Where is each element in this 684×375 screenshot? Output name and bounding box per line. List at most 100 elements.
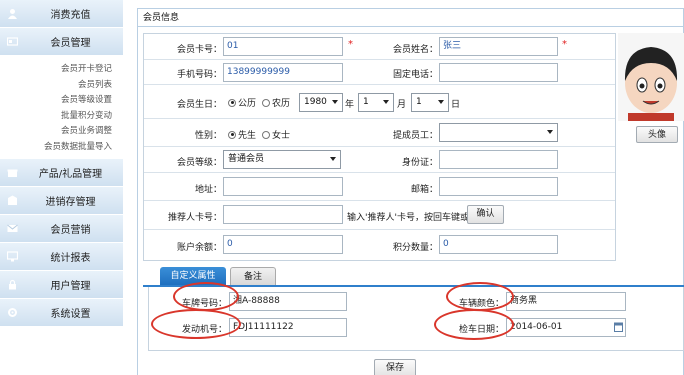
address-input[interactable]: [223, 177, 343, 196]
tab-custom-attributes[interactable]: 自定义属性: [160, 267, 226, 285]
nav-marketing[interactable]: 会员营销: [0, 215, 123, 243]
nav-inventory[interactable]: 进销存管理: [0, 187, 123, 215]
id-input[interactable]: [439, 150, 558, 169]
form-row: 性别： 先生 女士 提成员工：: [144, 119, 615, 147]
chevron-down-icon: [383, 100, 389, 104]
submenu-item-points[interactable]: 批量积分变动: [0, 109, 123, 125]
radio-dot: [228, 98, 236, 107]
gender-label: 性别：: [194, 131, 222, 141]
lunar-label: 农历: [272, 99, 291, 109]
nav-member[interactable]: 会员管理: [0, 28, 123, 56]
nav-settings[interactable]: 系统设置: [0, 299, 123, 327]
engine-input[interactable]: FDJ11111122: [229, 318, 347, 337]
referrer-label: 推荐人卡号：: [167, 213, 222, 223]
nav-label: 消费充值: [50, 10, 91, 21]
email-input[interactable]: [439, 177, 558, 196]
avatar-box: 头像: [618, 33, 684, 143]
chart-icon: [6, 251, 19, 262]
mail-icon: [7, 223, 18, 234]
color-label: 车辆颜色：: [458, 299, 504, 309]
chevron-down-icon: [547, 130, 553, 134]
confirm-button[interactable]: 确认: [467, 205, 504, 224]
level-label: 会员等级：: [176, 158, 222, 168]
submenu-item-list[interactable]: 会员列表: [0, 78, 123, 94]
id-label: 身份证：: [401, 158, 438, 168]
nav-recharge[interactable]: 消费充值: [0, 0, 123, 28]
submenu-item-import[interactable]: 会员数据批量导入: [0, 140, 123, 156]
tab-remarks[interactable]: 备注: [230, 267, 276, 285]
nav-label: 系统设置: [50, 309, 91, 320]
lunar-radio[interactable]: 农历: [262, 96, 290, 109]
card-icon: [6, 36, 19, 47]
year-unit: 年: [345, 100, 355, 110]
chevron-down-icon: [332, 100, 338, 104]
balance-label: 账户余额：: [176, 243, 222, 253]
save-button[interactable]: 保存: [374, 359, 416, 375]
member-submenu: 会员开卡登记 会员列表 会员等级设置 批量积分变动 会员业务调整 会员数据批量导…: [0, 56, 123, 159]
staff-label: 提成员工：: [392, 131, 438, 141]
tel-input[interactable]: [439, 63, 558, 82]
gear-icon: [7, 307, 18, 318]
color-input[interactable]: 商务黑: [506, 292, 626, 311]
nav-users[interactable]: 用户管理: [0, 271, 123, 299]
avatar: [618, 33, 684, 121]
solar-radio[interactable]: 公历: [228, 96, 256, 109]
level-value: 普通会员: [228, 154, 265, 164]
nav-label: 进销存管理: [45, 197, 96, 208]
inspect-label: 检车日期：: [458, 325, 504, 335]
submenu-item-register[interactable]: 会员开卡登记: [0, 62, 123, 78]
panel-title: 会员信息: [138, 9, 683, 27]
referrer-hint: 输入'推荐人'卡号，按回车键或: [347, 213, 469, 223]
year-value: 1980: [304, 97, 327, 107]
card-no-label: 会员卡号：: [176, 45, 222, 55]
avatar-button[interactable]: 头像: [636, 126, 678, 143]
phone-input[interactable]: 13899999999: [223, 63, 343, 82]
custom-attributes: 车牌号码： 湘A-88888 车辆颜色： 商务黑 发动机号： FDJ111111…: [148, 282, 684, 351]
tab-bar: 自定义属性 备注: [143, 263, 684, 287]
male-radio[interactable]: 先生: [228, 128, 256, 141]
points-input[interactable]: 0: [439, 235, 558, 254]
birthday-label: 会员生日：: [176, 100, 222, 110]
form-row: 会员生日： 公历 农历 1980 年 1 月 1 日: [144, 85, 615, 119]
gift-icon: [7, 167, 18, 178]
radio-dot: [262, 98, 270, 107]
lock-icon: [7, 279, 18, 290]
nav-reports[interactable]: 统计报表: [0, 243, 123, 271]
address-label: 地址：: [194, 185, 222, 195]
balance-input[interactable]: 0: [223, 235, 343, 254]
female-radio[interactable]: 女士: [262, 128, 290, 141]
plate-input[interactable]: 湘A-88888: [229, 292, 347, 311]
name-input[interactable]: 张三: [439, 37, 558, 56]
required-mark: *: [348, 39, 353, 50]
nav-product[interactable]: 产品/礼品管理: [0, 159, 123, 187]
required-mark: *: [562, 39, 567, 50]
form-row: 推荐人卡号： 输入'推荐人'卡号，按回车键或 确认: [144, 201, 615, 230]
male-label: 先生: [238, 131, 257, 141]
nav-label: 会员管理: [50, 38, 91, 49]
referrer-input[interactable]: [223, 205, 343, 224]
box-icon: [7, 195, 18, 206]
day-value: 1: [416, 97, 422, 107]
month-select[interactable]: 1: [358, 93, 394, 112]
engine-label: 发动机号：: [181, 325, 227, 335]
inspect-date-input[interactable]: 2014-06-01: [506, 318, 626, 337]
phone-label: 手机号码：: [176, 70, 222, 80]
submenu-item-adjust[interactable]: 会员业务调整: [0, 124, 123, 140]
submenu-item-level[interactable]: 会员等级设置: [0, 93, 123, 109]
level-select[interactable]: 普通会员: [223, 150, 341, 169]
calendar-icon[interactable]: [614, 322, 623, 332]
year-select[interactable]: 1980: [299, 93, 343, 112]
main-area: 会员信息 会员卡号： 01 * 会员姓名： 张三 * 手机号码： 1389999…: [124, 0, 684, 375]
form-row: 会员等级： 普通会员 身份证：: [144, 147, 615, 173]
month-value: 1: [363, 97, 369, 107]
sidebar: 消费充值 会员管理 会员开卡登记 会员列表 会员等级设置 批量积分变动 会员业务…: [0, 0, 123, 375]
form-row: 账户余额： 0 积分数量： 0: [144, 230, 615, 261]
day-select[interactable]: 1: [411, 93, 449, 112]
solar-label: 公历: [238, 99, 257, 109]
chevron-down-icon: [330, 157, 336, 161]
female-label: 女士: [272, 131, 291, 141]
tel-label: 固定电话：: [392, 70, 438, 80]
month-unit: 月: [397, 100, 407, 110]
staff-select[interactable]: [439, 123, 558, 142]
card-no-input[interactable]: 01: [223, 37, 343, 56]
